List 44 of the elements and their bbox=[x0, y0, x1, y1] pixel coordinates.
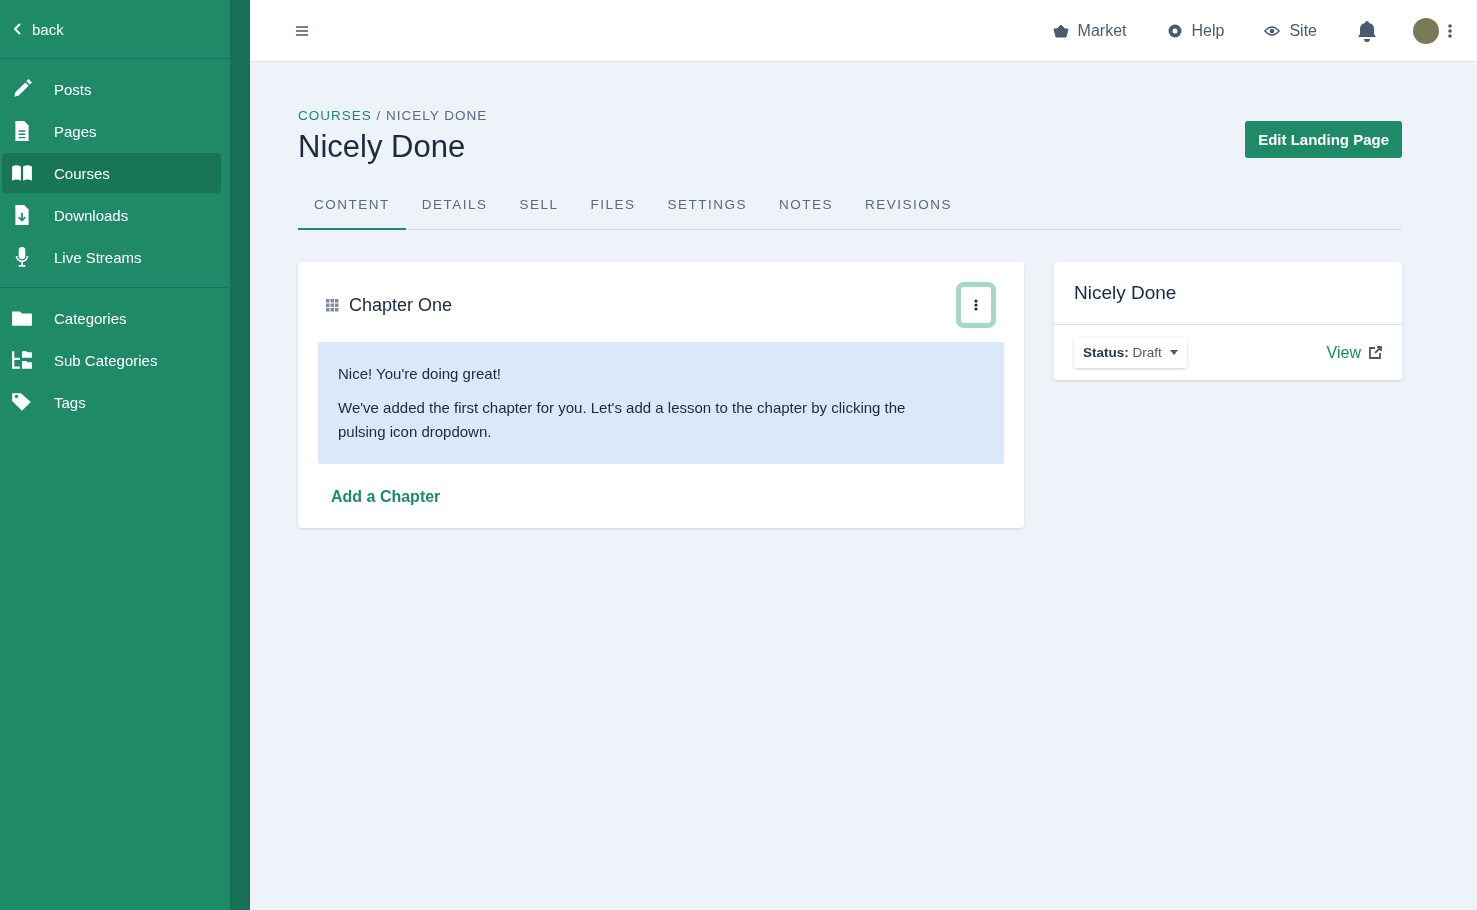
sidebar-item[interactable]: Live Streams bbox=[2, 237, 221, 277]
topbar-link[interactable]: Site bbox=[1264, 21, 1317, 40]
add-chapter-link[interactable]: Add a Chapter bbox=[331, 488, 441, 506]
edit-landing-page-button[interactable]: Edit Landing Page bbox=[1245, 121, 1402, 158]
tab[interactable]: SETTINGS bbox=[651, 187, 764, 230]
sidebar-item[interactable]: Sub Categories bbox=[2, 340, 221, 380]
notifications-bell-icon[interactable] bbox=[1357, 19, 1377, 42]
menu-icon[interactable] bbox=[296, 25, 308, 36]
tab[interactable]: FILES bbox=[574, 187, 652, 230]
view-link[interactable]: View bbox=[1326, 343, 1382, 362]
tab[interactable]: NOTES bbox=[763, 187, 850, 230]
summary-title: Nicely Done bbox=[1054, 262, 1402, 325]
breadcrumb-separator: / bbox=[376, 108, 382, 123]
chevron-left-icon bbox=[14, 23, 22, 35]
book-icon bbox=[10, 162, 34, 184]
basket-icon bbox=[1052, 22, 1069, 39]
notice-text: Nice! You're doing great! bbox=[338, 364, 502, 384]
notice-text: We've added the first chapter for you. Let's add a lesson to the chapter by clicking the pulsing icon dropdown. bbox=[338, 398, 907, 442]
sidebar-item[interactable]: Courses bbox=[2, 153, 221, 193]
topbar-link[interactable]: Help bbox=[1166, 21, 1225, 40]
chapter-title: Chapter One bbox=[349, 294, 453, 316]
lifebuoy-icon bbox=[1166, 22, 1183, 39]
back-label[interactable]: back bbox=[32, 20, 64, 38]
external-link-icon bbox=[1369, 346, 1382, 359]
more-options-icon[interactable] bbox=[1447, 23, 1453, 38]
tab[interactable]: SELL bbox=[503, 187, 575, 230]
more-options-icon bbox=[974, 299, 978, 311]
sidebar-item[interactable]: Pages bbox=[2, 111, 221, 151]
tab[interactable]: DETAILS bbox=[405, 187, 504, 230]
sidebar-item[interactable]: Tags bbox=[2, 382, 221, 422]
folder-tree-icon bbox=[10, 349, 34, 371]
caret-icon bbox=[1169, 350, 1178, 355]
avatar[interactable] bbox=[1413, 17, 1439, 44]
sidebar-item[interactable]: Categories bbox=[2, 298, 221, 338]
breadcrumb-link[interactable]: COURSES bbox=[298, 108, 372, 123]
status-dropdown[interactable]: Status: Draft bbox=[1074, 337, 1187, 368]
topbar-link[interactable]: Market bbox=[1052, 21, 1127, 40]
tab[interactable]: CONTENT bbox=[298, 187, 406, 230]
breadcrumb-current: NICELY DONE bbox=[386, 108, 488, 123]
sidebar-item[interactable]: Posts bbox=[2, 69, 221, 109]
drag-handle-icon[interactable] bbox=[326, 298, 339, 312]
page-title: Nicely Done bbox=[298, 129, 467, 165]
sidebar-item[interactable]: Downloads bbox=[2, 195, 221, 235]
tab[interactable]: REVISIONS bbox=[849, 187, 969, 230]
